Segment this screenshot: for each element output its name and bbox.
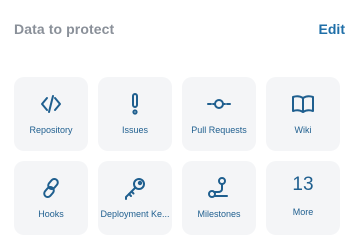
tile-wiki[interactable]: Wiki [266,77,340,151]
tile-issues[interactable]: Issues [98,77,172,151]
tile-label: Deployment Ke... [100,209,170,219]
tile-repository[interactable]: Repository [14,77,88,151]
tile-label: Issues [121,125,148,135]
link-icon [14,176,88,200]
tile-hooks[interactable]: Hooks [14,161,88,235]
data-type-grid: Repository Issues Pull Requests Wiki Hoo… [14,77,340,235]
more-label: More [292,207,314,217]
tile-pull-requests[interactable]: Pull Requests [182,77,256,151]
tile-label: Hooks [38,209,64,219]
tile-label: Milestones [197,209,241,219]
code-icon [14,92,88,116]
exclamation-icon [98,92,172,116]
tile-label: Repository [29,125,73,135]
book-icon [266,92,340,116]
tile-label: Pull Requests [191,125,247,135]
panel-header: Data to protect Edit [14,19,345,39]
panel-title: Data to protect [14,21,115,37]
milestone-icon [182,176,256,200]
pull-request-icon [182,92,256,116]
tile-more[interactable]: 13 More [266,161,340,235]
data-to-protect-panel: Data to protect Edit Repository Issues P… [0,0,361,252]
edit-button[interactable]: Edit [319,21,345,37]
tile-milestones[interactable]: Milestones [182,161,256,235]
tile-deployment-keys[interactable]: Deployment Ke... [98,161,172,235]
more-count: 13 [292,174,314,195]
tile-label: Wiki [294,125,312,135]
key-icon [98,176,172,200]
